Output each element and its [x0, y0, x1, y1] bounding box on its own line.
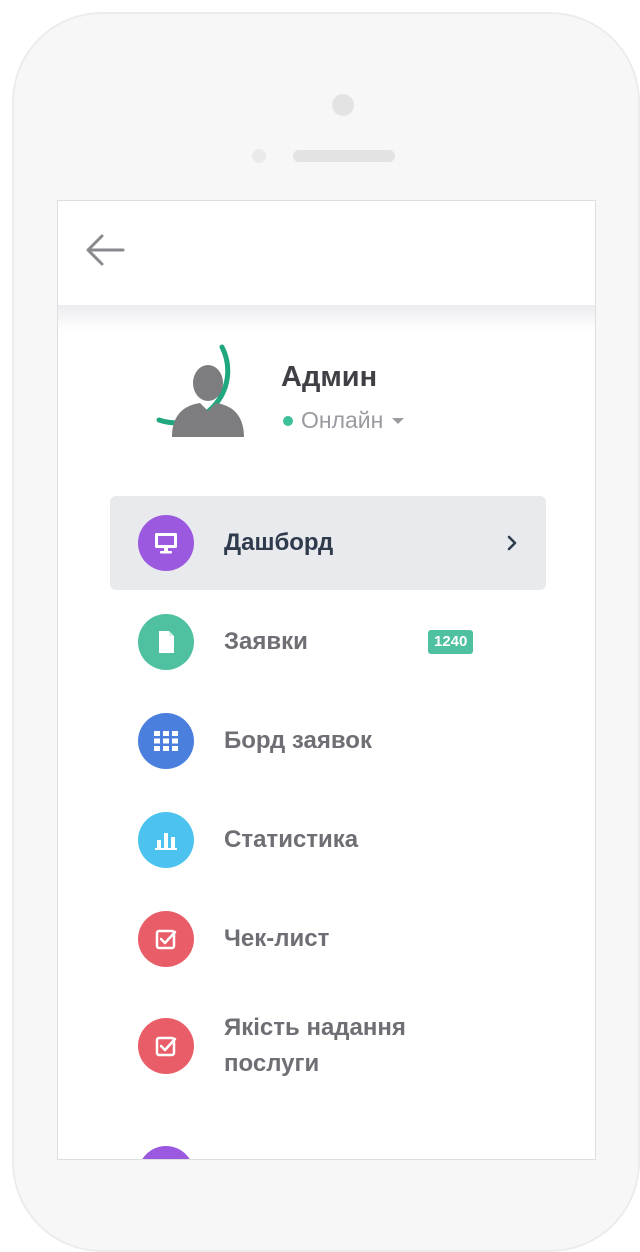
menu-item-label: Якість надання послуги	[224, 1014, 406, 1077]
user-silhouette-icon	[172, 365, 244, 437]
avatar-graphic	[156, 344, 244, 437]
phone-sensor	[252, 149, 266, 163]
menu-icon-circle	[138, 713, 194, 769]
arrow-left-icon	[86, 234, 125, 266]
menu-item-statistics[interactable]: Статистика	[110, 793, 546, 887]
app-screen: Админ Онлайн Дашборд Заявки 1240 Борд за…	[57, 200, 596, 1160]
top-bar	[58, 201, 595, 305]
back-button[interactable]	[82, 227, 128, 273]
profile-name: Админ	[281, 361, 378, 393]
menu-item-requests-board[interactable]: Борд заявок	[110, 694, 546, 788]
menu-item-dashboard[interactable]: Дашборд	[110, 496, 546, 590]
menu-item-service-quality[interactable]: Якість надання послуги	[110, 991, 546, 1101]
sidebar-menu: Дашборд Заявки 1240 Борд заявок Статисти…	[110, 496, 546, 1159]
menu-item-label: Борд заявок	[224, 727, 372, 754]
document-icon	[159, 631, 174, 653]
menu-item-requests[interactable]: Заявки 1240	[110, 595, 546, 689]
online-dot-icon	[283, 415, 293, 426]
checkbox-icon	[155, 1036, 177, 1057]
count-badge: 1240	[428, 630, 474, 654]
menu-icon-circle	[138, 1146, 194, 1159]
avatar[interactable]	[150, 341, 266, 457]
top-bar-shadow	[58, 305, 595, 331]
status-dropdown[interactable]: Онлайн	[281, 407, 405, 434]
chevron-right-icon	[504, 533, 520, 553]
user-profile: Админ Онлайн	[150, 341, 550, 461]
menu-item-checklist[interactable]: Чек-лист	[110, 892, 546, 986]
grid-icon	[154, 731, 178, 751]
menu-icon-circle	[138, 515, 194, 571]
caret-down-icon	[392, 417, 405, 424]
menu-item-partial[interactable]	[110, 1106, 546, 1159]
phone-camera	[332, 94, 354, 116]
status-text: Онлайн	[301, 407, 384, 433]
menu-item-label: Дашборд	[224, 529, 334, 556]
phone-speaker	[293, 150, 395, 162]
monitor-icon	[155, 533, 177, 554]
menu-item-label: Чек-лист	[224, 925, 330, 952]
checkbox-icon	[155, 929, 177, 950]
menu-icon-circle	[138, 812, 194, 868]
menu-icon-circle	[138, 614, 194, 670]
bar-chart-icon	[155, 833, 177, 850]
menu-item-label: Заявки	[224, 628, 308, 655]
menu-icon-circle	[138, 1018, 194, 1074]
menu-item-label: Статистика	[224, 826, 359, 853]
menu-icon-circle	[138, 911, 194, 967]
